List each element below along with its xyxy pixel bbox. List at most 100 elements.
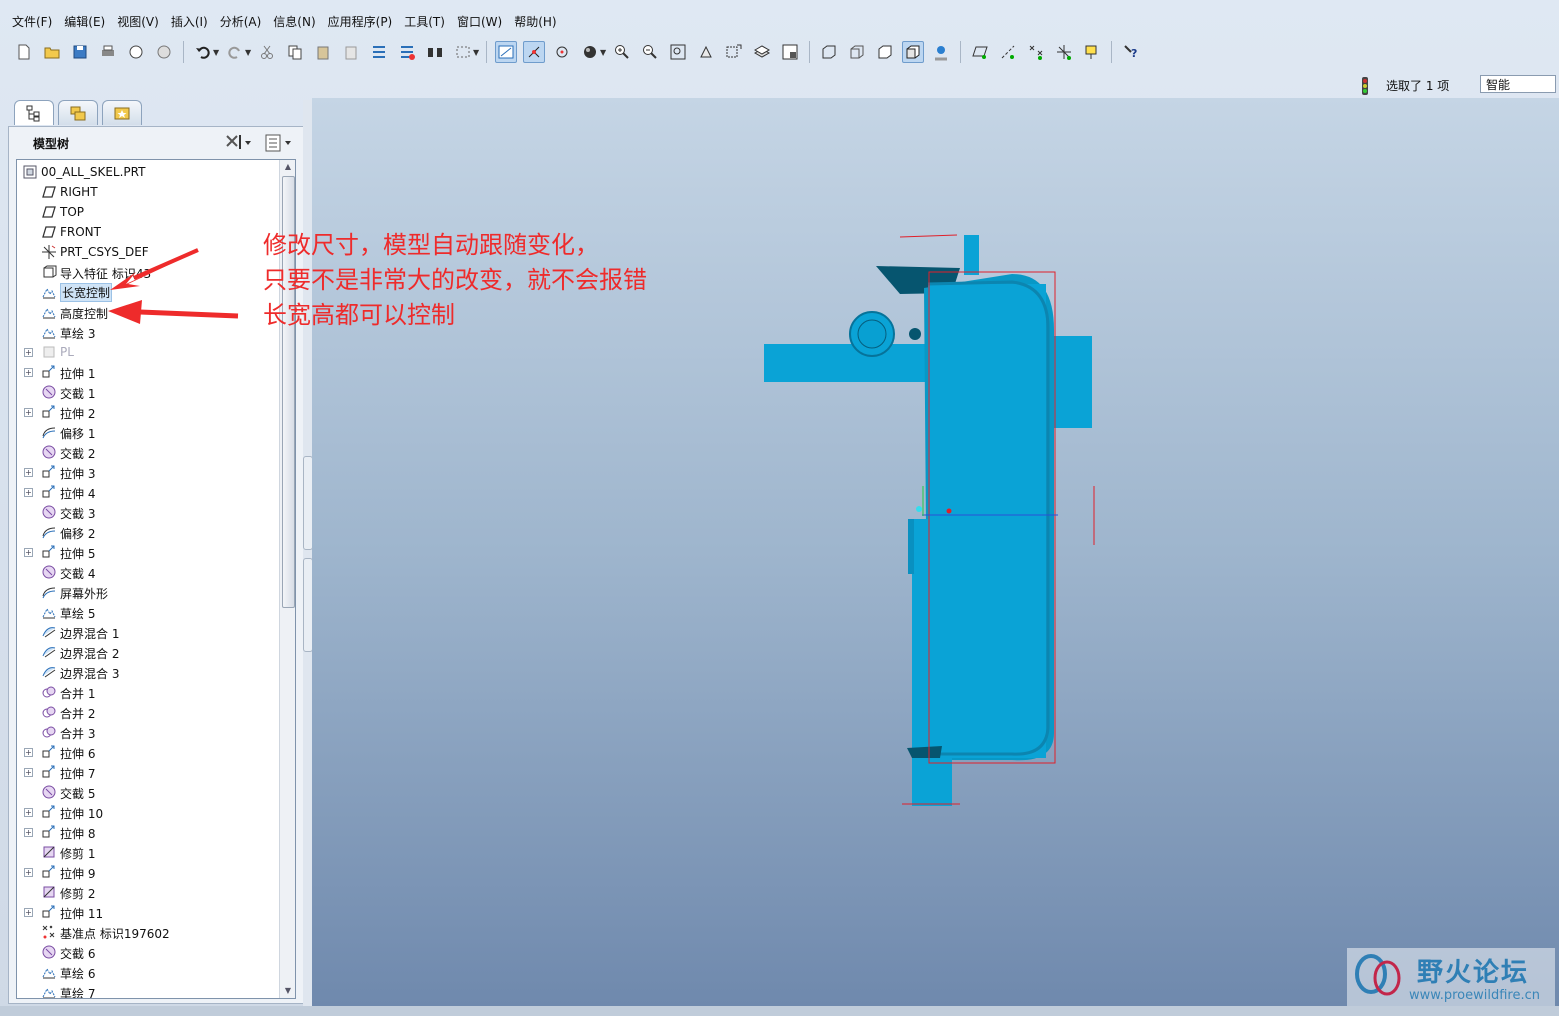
- tree-item[interactable]: 修剪 2: [17, 882, 279, 902]
- shading-dropdown-icon[interactable]: ▼: [600, 48, 608, 57]
- select-box-icon[interactable]: [452, 41, 474, 63]
- expand-toggle-icon[interactable]: +: [24, 748, 33, 757]
- layers-icon[interactable]: [751, 41, 773, 63]
- scroll-down-icon[interactable]: ▼: [283, 986, 293, 996]
- tree-item[interactable]: 草绘 6: [17, 962, 279, 982]
- tree-item[interactable]: 交截 1: [17, 382, 279, 402]
- no-hidden-icon[interactable]: [874, 41, 896, 63]
- view-manager-icon[interactable]: [779, 41, 801, 63]
- datum-plane-display-icon[interactable]: [969, 41, 991, 63]
- saved-views-icon[interactable]: [723, 41, 745, 63]
- hidden-line-icon[interactable]: [846, 41, 868, 63]
- help-whats-this-icon[interactable]: ?: [1120, 41, 1142, 63]
- tree-item[interactable]: 修剪 1: [17, 842, 279, 862]
- zoom-out-icon[interactable]: [639, 41, 661, 63]
- tree-item[interactable]: + 拉伸 10: [17, 802, 279, 822]
- paste-icon[interactable]: [312, 41, 334, 63]
- tree-item[interactable]: 交截 6: [17, 942, 279, 962]
- appearance-icon[interactable]: [930, 41, 952, 63]
- tree-item[interactable]: + PL: [17, 342, 279, 362]
- select-dropdown-icon[interactable]: ▼: [473, 48, 481, 57]
- tree-item[interactable]: 边界混合 3: [17, 662, 279, 682]
- find-icon[interactable]: [424, 41, 446, 63]
- menu-item-6[interactable]: 应用程序(P): [322, 13, 399, 30]
- tree-item[interactable]: 高度控制: [17, 302, 279, 322]
- tree-item[interactable]: 交截 2: [17, 442, 279, 462]
- reorient-icon[interactable]: [695, 41, 717, 63]
- expand-toggle-icon[interactable]: +: [24, 808, 33, 817]
- tree-item[interactable]: + 拉伸 7: [17, 762, 279, 782]
- shaded-icon[interactable]: [902, 41, 924, 63]
- undo-icon[interactable]: [192, 41, 214, 63]
- refit-icon[interactable]: [667, 41, 689, 63]
- email-send-icon[interactable]: [125, 41, 147, 63]
- tree-item[interactable]: + 拉伸 3: [17, 462, 279, 482]
- expand-toggle-icon[interactable]: +: [24, 368, 33, 377]
- undo-dropdown-icon[interactable]: ▼: [213, 48, 221, 57]
- tree-item[interactable]: 合并 1: [17, 682, 279, 702]
- menu-item-2[interactable]: 视图(V): [111, 13, 165, 30]
- selection-filter-dropdown[interactable]: 智能: [1480, 75, 1556, 93]
- expand-toggle-icon[interactable]: +: [24, 548, 33, 557]
- orient-mode-icon[interactable]: [551, 41, 573, 63]
- tree-item[interactable]: PRT_CSYS_DEF: [17, 242, 279, 262]
- tree-item[interactable]: + 拉伸 5: [17, 542, 279, 562]
- tree-item[interactable]: TOP: [17, 202, 279, 222]
- tree-item[interactable]: + 拉伸 2: [17, 402, 279, 422]
- wireframe-icon[interactable]: [818, 41, 840, 63]
- menu-item-3[interactable]: 插入(I): [165, 13, 214, 30]
- new-file-icon[interactable]: [13, 41, 35, 63]
- regen-manager-icon[interactable]: [396, 41, 418, 63]
- redo-icon[interactable]: [224, 41, 246, 63]
- tree-item[interactable]: 00_ALL_SKEL.PRT: [17, 162, 279, 182]
- tree-item[interactable]: 草绘 5: [17, 602, 279, 622]
- tree-item[interactable]: 交截 5: [17, 782, 279, 802]
- tree-item[interactable]: + 拉伸 6: [17, 742, 279, 762]
- zoom-in-icon[interactable]: [611, 41, 633, 63]
- menu-item-4[interactable]: 分析(A): [214, 13, 268, 30]
- expand-toggle-icon[interactable]: +: [24, 408, 33, 417]
- tab-favorites[interactable]: [102, 100, 142, 125]
- tree-item[interactable]: 导入特征 标识43: [17, 262, 279, 282]
- tree-item[interactable]: + 拉伸 8: [17, 822, 279, 842]
- tab-model-tree[interactable]: [14, 100, 54, 125]
- menu-item-5[interactable]: 信息(N): [267, 13, 321, 30]
- redo-dropdown-icon[interactable]: ▼: [245, 48, 253, 57]
- expand-toggle-icon[interactable]: +: [24, 868, 33, 877]
- tree-item[interactable]: + 拉伸 4: [17, 482, 279, 502]
- print-icon[interactable]: [97, 41, 119, 63]
- regenerate-icon[interactable]: [368, 41, 390, 63]
- tree-show-button[interactable]: [263, 132, 295, 154]
- open-folder-icon[interactable]: [41, 41, 63, 63]
- expand-toggle-icon[interactable]: +: [24, 768, 33, 777]
- paste-special-icon[interactable]: [340, 41, 362, 63]
- scroll-up-icon[interactable]: ▲: [283, 162, 293, 172]
- tree-settings-button[interactable]: [223, 132, 253, 154]
- cut-icon[interactable]: [256, 41, 278, 63]
- annotation-display-icon[interactable]: [1081, 41, 1103, 63]
- datum-axis-display-icon[interactable]: [997, 41, 1019, 63]
- menu-item-8[interactable]: 窗口(W): [451, 13, 508, 30]
- tab-folder-browser[interactable]: [58, 100, 98, 125]
- tree-item[interactable]: 偏移 2: [17, 522, 279, 542]
- tree-item[interactable]: FRONT: [17, 222, 279, 242]
- expand-toggle-icon[interactable]: +: [24, 348, 33, 357]
- menu-item-0[interactable]: 文件(F): [6, 13, 58, 30]
- tree-item[interactable]: 边界混合 2: [17, 642, 279, 662]
- expand-toggle-icon[interactable]: +: [24, 468, 33, 477]
- menu-item-1[interactable]: 编辑(E): [58, 13, 111, 30]
- tree-item[interactable]: 边界混合 1: [17, 622, 279, 642]
- tree-item[interactable]: 基准点 标识197602: [17, 922, 279, 942]
- tree-item[interactable]: + 拉伸 1: [17, 362, 279, 382]
- shading-sphere-icon[interactable]: [579, 41, 601, 63]
- tree-item[interactable]: RIGHT: [17, 182, 279, 202]
- menu-item-7[interactable]: 工具(T): [398, 13, 451, 30]
- tree-item[interactable]: + 拉伸 11: [17, 902, 279, 922]
- copy-icon[interactable]: [284, 41, 306, 63]
- datum-point-display-icon[interactable]: [1025, 41, 1047, 63]
- tree-item[interactable]: 交截 4: [17, 562, 279, 582]
- repaint-icon[interactable]: [495, 41, 517, 63]
- tree-item[interactable]: 偏移 1: [17, 422, 279, 442]
- tree-item[interactable]: 草绘 3: [17, 322, 279, 342]
- tree-item[interactable]: 草绘 7: [17, 982, 279, 998]
